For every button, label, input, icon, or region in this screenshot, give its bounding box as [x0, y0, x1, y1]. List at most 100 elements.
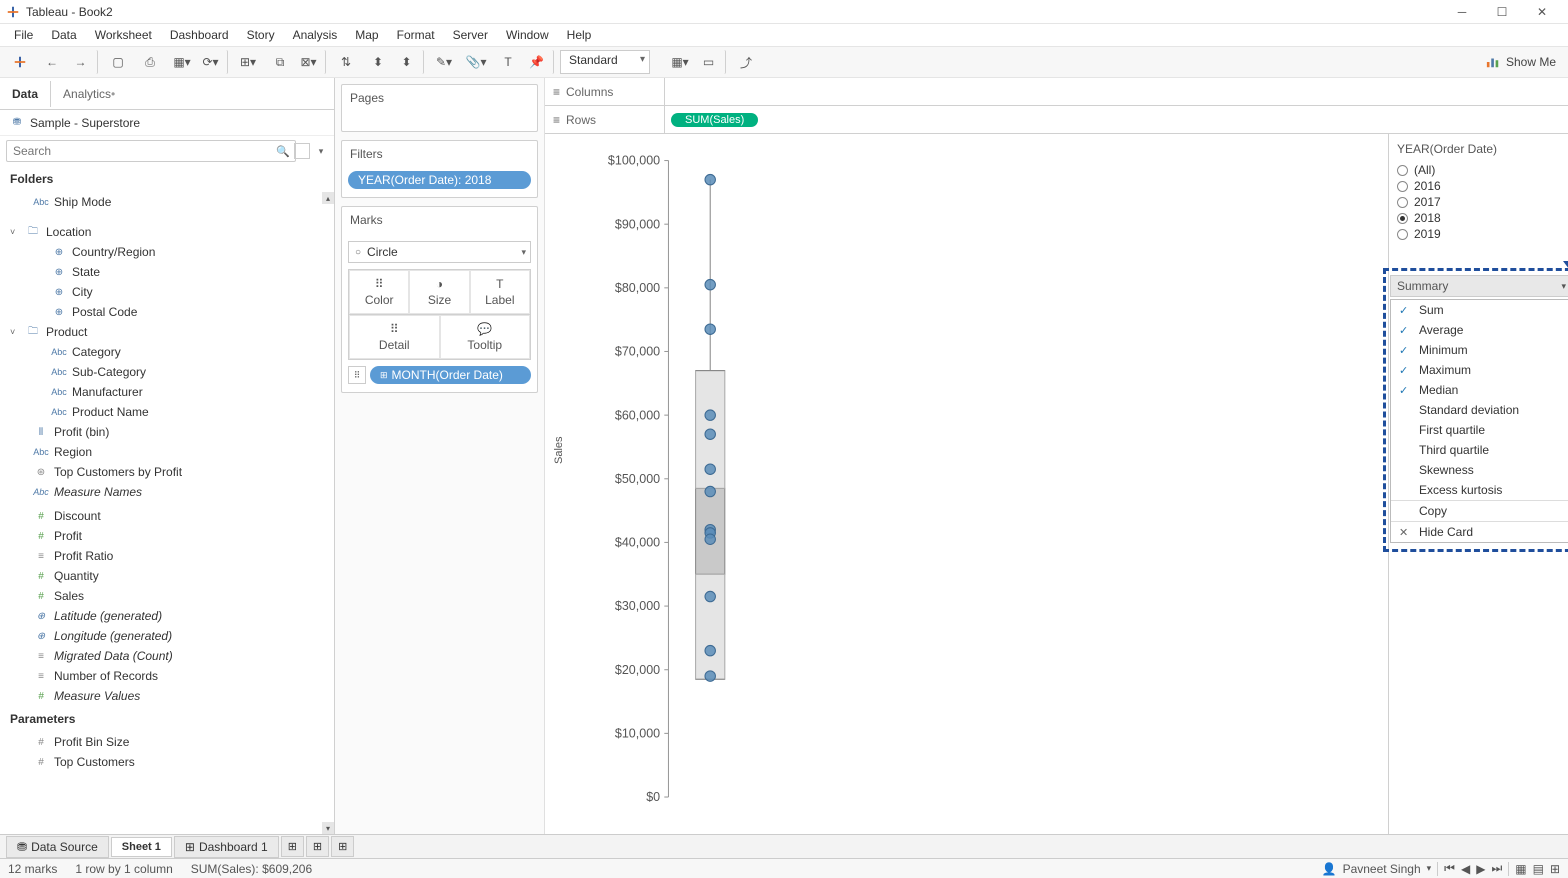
filter-option-2019[interactable]: 2019	[1397, 226, 1560, 242]
tab-dashboard-1[interactable]: ⊞Dashboard 1	[174, 836, 279, 858]
save-button[interactable]: ▢	[104, 50, 132, 74]
folder-product[interactable]: ˅🗀Product	[0, 322, 322, 342]
detail-pill-month[interactable]: ⊞MONTH(Order Date)	[370, 366, 531, 384]
clear-button[interactable]: ⊠▾	[298, 50, 326, 74]
field-longitude[interactable]: ⊕Longitude (generated)	[0, 626, 322, 646]
marks-size[interactable]: ◑Size	[409, 270, 469, 314]
tableau-icon[interactable]	[6, 50, 34, 74]
nav-prev[interactable]: ◀	[1461, 862, 1470, 876]
show-me-button[interactable]: Show Me	[1486, 55, 1562, 69]
summary-item-q1[interactable]: First quartile	[1391, 420, 1568, 440]
pages-shelf[interactable]: Pages	[341, 84, 538, 132]
mark-type-dropdown[interactable]: ○Circle	[348, 241, 531, 263]
summary-item-maximum[interactable]: ✓Maximum	[1391, 360, 1568, 380]
menu-story[interactable]: Story	[239, 26, 283, 44]
share-button[interactable]: ⤴	[732, 50, 760, 74]
field-profit-ratio[interactable]: ≡Profit Ratio	[0, 546, 322, 566]
datapane-menu-button[interactable]: ▾	[314, 143, 328, 159]
marks-color[interactable]: ⠿Color	[349, 270, 409, 314]
user-dropdown[interactable]: ▾	[1427, 863, 1432, 874]
menu-server[interactable]: Server	[445, 26, 496, 44]
label-button[interactable]: T	[494, 50, 522, 74]
filter-option-2016[interactable]: 2016	[1397, 178, 1560, 194]
field-num-records[interactable]: ≡Number of Records	[0, 666, 322, 686]
menu-data[interactable]: Data	[43, 26, 84, 44]
field-profit-bin[interactable]: ⫴Profit (bin)	[0, 422, 322, 442]
scroll-up-button[interactable]: ▴	[322, 192, 334, 204]
new-worksheet-button[interactable]: ⊞▾	[234, 50, 262, 74]
rows-shelf[interactable]: SUM(Sales)	[665, 113, 1568, 127]
minimize-button[interactable]: ─	[1442, 1, 1482, 23]
nav-first[interactable]: ⏮	[1444, 861, 1455, 876]
menu-format[interactable]: Format	[389, 26, 443, 44]
highlight-button[interactable]: ✎▾	[430, 50, 458, 74]
summary-item-kurtosis[interactable]: Excess kurtosis	[1391, 480, 1568, 500]
field-manufacturer[interactable]: AbcManufacturer	[0, 382, 322, 402]
field-measure-values[interactable]: #Measure Values	[0, 686, 322, 706]
field-discount[interactable]: #Discount	[0, 506, 322, 526]
field-subcategory[interactable]: AbcSub-Category	[0, 362, 322, 382]
field-latitude[interactable]: ⊕Latitude (generated)	[0, 606, 322, 626]
field-region[interactable]: AbcRegion	[0, 442, 322, 462]
duplicate-button[interactable]: ⧉	[266, 50, 294, 74]
param-top-customers[interactable]: #Top Customers	[0, 752, 322, 772]
field-product-name[interactable]: AbcProduct Name	[0, 402, 322, 422]
filter-option-2017[interactable]: 2017	[1397, 194, 1560, 210]
summary-item-hide[interactable]: ✕Hide Card	[1391, 521, 1568, 542]
fit-dropdown[interactable]: Standard	[560, 50, 650, 74]
tab-analytics[interactable]: Analytics•	[50, 81, 334, 107]
autoupdate-button[interactable]: ▦▾	[168, 50, 196, 74]
field-migrated[interactable]: ≡Migrated Data (Count)	[0, 646, 322, 666]
marks-detail[interactable]: ⠿Detail	[349, 315, 440, 359]
rows-pill-sum-sales[interactable]: SUM(Sales)	[671, 113, 758, 127]
view-filmstrip[interactable]: ▤	[1533, 862, 1544, 876]
menu-dashboard[interactable]: Dashboard	[162, 26, 237, 44]
sort-asc-button[interactable]: ⬍	[364, 50, 392, 74]
folder-location[interactable]: ˅🗀Location	[0, 222, 322, 242]
marks-tooltip[interactable]: 💬Tooltip	[440, 315, 531, 359]
nav-next[interactable]: ▶	[1476, 862, 1485, 876]
menu-worksheet[interactable]: Worksheet	[87, 26, 160, 44]
sort-desc-button[interactable]: ⬍	[396, 50, 424, 74]
field-measure-names[interactable]: AbcMeasure Names	[0, 482, 322, 502]
forward-button[interactable]: →	[70, 50, 98, 74]
field-profit[interactable]: #Profit	[0, 526, 322, 546]
filters-shelf[interactable]: Filters YEAR(Order Date): 2018	[341, 140, 538, 198]
marks-label[interactable]: TLabel	[470, 270, 530, 314]
field-top-customers[interactable]: ⊛Top Customers by Profit	[0, 462, 322, 482]
close-button[interactable]: ✕	[1522, 1, 1562, 23]
summary-card-header[interactable]: Summary▾	[1390, 275, 1568, 297]
new-dashboard-tab[interactable]: ⊞	[306, 836, 329, 857]
field-city[interactable]: ⊕City	[0, 282, 322, 302]
menu-analysis[interactable]: Analysis	[285, 26, 346, 44]
field-category[interactable]: AbcCategory	[0, 342, 322, 362]
param-profit-bin-size[interactable]: #Profit Bin Size	[0, 732, 322, 752]
maximize-button[interactable]: ☐	[1482, 1, 1522, 23]
new-datasource-button[interactable]: ⎙	[136, 50, 164, 74]
datasource-row[interactable]: ⛃ Sample - Superstore	[0, 110, 334, 136]
swap-button[interactable]: ⇅	[332, 50, 360, 74]
presentation-button[interactable]: ▭	[698, 50, 726, 74]
refresh-button[interactable]: ⟳▾	[200, 50, 228, 74]
pin-button[interactable]: 📌	[526, 50, 554, 74]
summary-item-q3[interactable]: Third quartile	[1391, 440, 1568, 460]
field-country[interactable]: ⊕Country/Region	[0, 242, 322, 262]
menu-map[interactable]: Map	[347, 26, 386, 44]
scroll-down-button[interactable]: ▾	[322, 822, 334, 834]
view-tabs[interactable]: ▦	[1515, 862, 1526, 876]
tab-data[interactable]: Data	[0, 81, 50, 107]
summary-item-skewness[interactable]: Skewness	[1391, 460, 1568, 480]
chart-viewport[interactable]: Sales $0$10,000$20,000$30,000$40,000$50,…	[545, 134, 1388, 834]
summary-item-minimum[interactable]: ✓Minimum	[1391, 340, 1568, 360]
tab-sheet-1[interactable]: Sheet 1	[111, 837, 172, 857]
new-worksheet-tab[interactable]: ⊞	[281, 836, 304, 857]
field-postal[interactable]: ⊕Postal Code	[0, 302, 322, 322]
summary-item-stddev[interactable]: Standard deviation	[1391, 400, 1568, 420]
filter-option-all[interactable]: (All)	[1397, 162, 1560, 178]
menu-file[interactable]: File	[6, 26, 41, 44]
summary-item-average[interactable]: ✓Average	[1391, 320, 1568, 340]
menu-window[interactable]: Window	[498, 26, 557, 44]
tab-data-source[interactable]: ⛃Data Source	[6, 836, 109, 858]
view-sorter[interactable]: ⊞	[1550, 862, 1560, 876]
summary-item-median[interactable]: ✓Median	[1391, 380, 1568, 400]
